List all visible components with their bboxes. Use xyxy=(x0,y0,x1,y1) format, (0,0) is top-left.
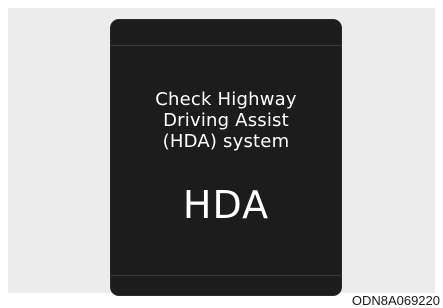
display-bottom-divider xyxy=(111,275,341,276)
display-top-divider xyxy=(111,45,341,46)
warning-message-line: (HDA) system xyxy=(162,131,290,152)
cluster-display: Check Highway Driving Assist (HDA) syste… xyxy=(111,20,341,295)
warning-message-line: Check Highway xyxy=(155,89,297,110)
hda-indicator: HDA xyxy=(182,183,270,227)
figure-code: ODN8A069220 xyxy=(351,293,440,308)
warning-message: Check Highway Driving Assist (HDA) syste… xyxy=(111,89,341,152)
warning-message-line: Driving Assist xyxy=(163,110,289,131)
